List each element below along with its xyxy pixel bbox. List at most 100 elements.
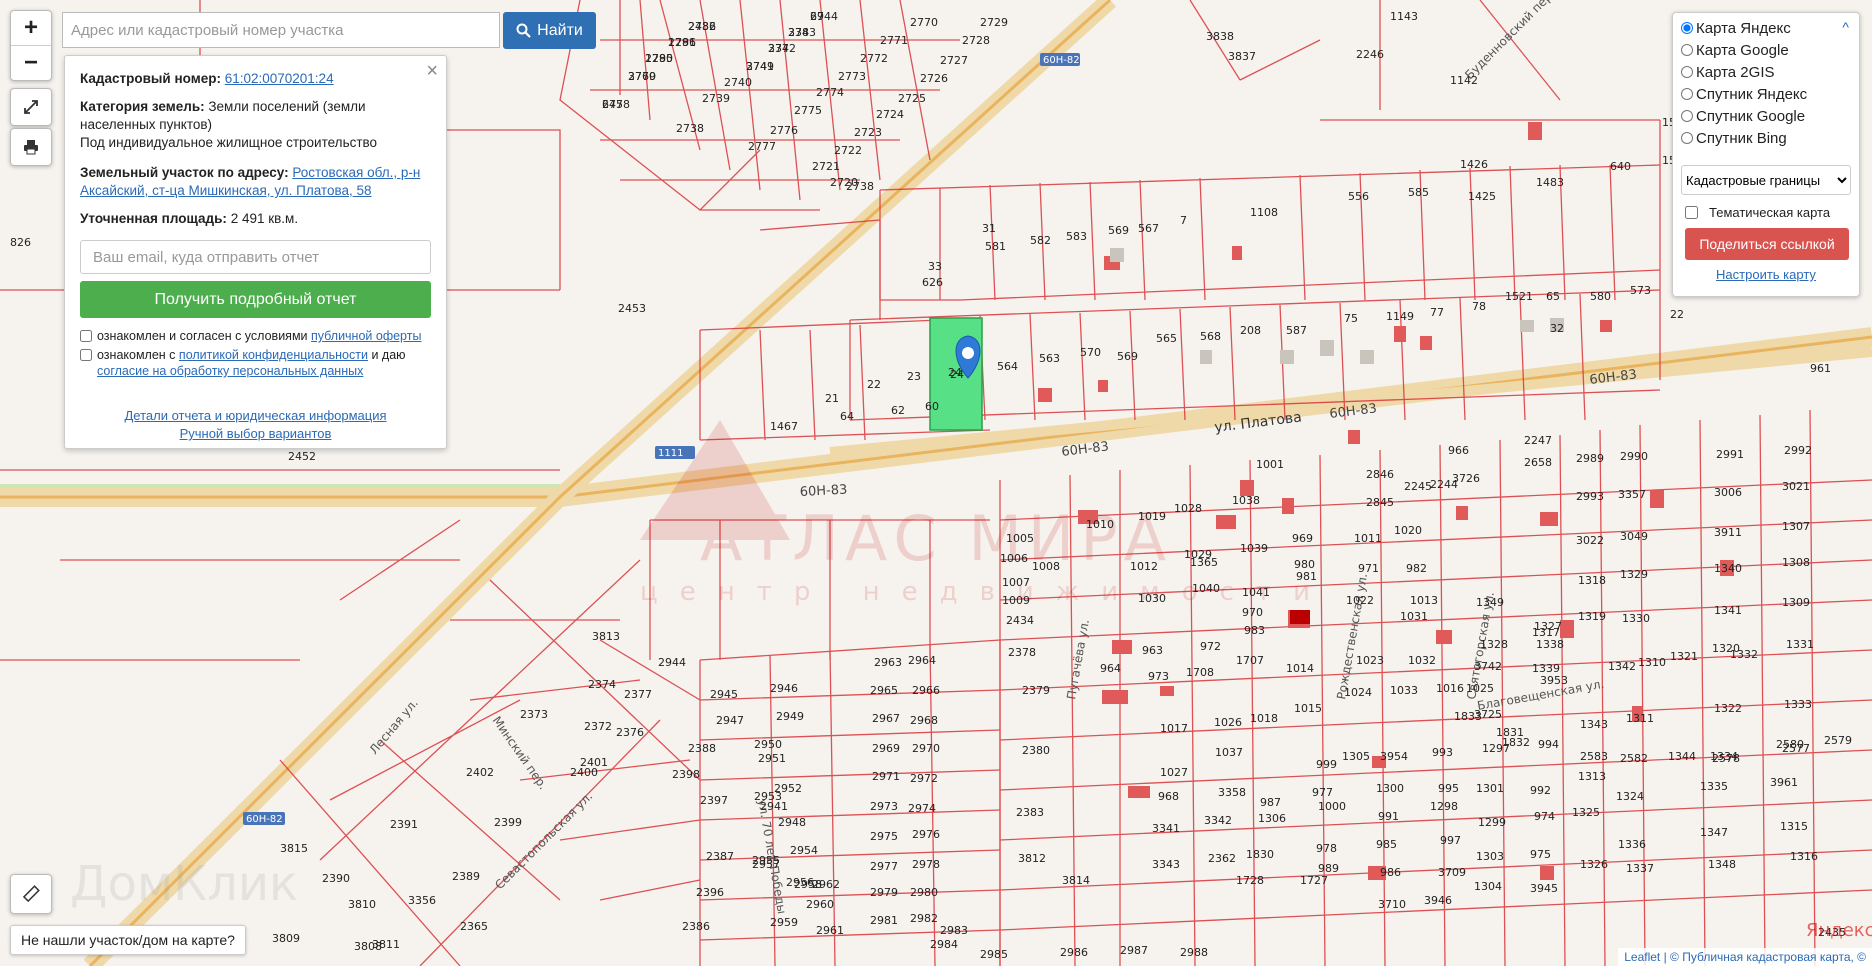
parcel-number: 2396 [696, 886, 724, 899]
search-icon [516, 23, 531, 38]
parcel-number: 2398 [672, 768, 700, 781]
layer-option[interactable]: Спутник Google [1681, 105, 1851, 127]
parcel-number: 1298 [1430, 800, 1458, 813]
layer-option[interactable]: Спутник Яндекс [1681, 83, 1851, 105]
parcel-number: 1830 [1246, 848, 1274, 861]
parcel-number: 3812 [1018, 852, 1046, 865]
parcel-number: 1337 [1626, 862, 1654, 875]
privacy-policy-link[interactable]: политикой конфиденциальности [179, 348, 368, 362]
parcel-number: 2946 [770, 682, 798, 695]
parcel-number: 1012 [1130, 560, 1158, 573]
parcel-number: 1017 [1160, 722, 1188, 735]
overlay-select[interactable]: Кадастровые границы [1681, 165, 1851, 195]
layer-option-label: Карта Google [1696, 41, 1789, 59]
parcel-number: 1019 [1138, 510, 1166, 523]
parcel-number: 2969 [872, 742, 900, 755]
parcel-number: 2387 [706, 850, 734, 863]
parcel-number: 1483 [1536, 176, 1564, 189]
parcel-number: 1001 [1256, 458, 1284, 471]
parcel-number: 2951 [758, 752, 786, 765]
parcel-number: 968 [1158, 790, 1179, 803]
yandex-logo: Яндекс [1806, 920, 1872, 941]
get-report-button[interactable]: Получить подробный отчет [80, 281, 431, 318]
parcel-number: 2725 [898, 92, 926, 105]
privacy-consent-text: ознакомлен с [97, 348, 176, 362]
layer-radio[interactable] [1681, 66, 1693, 78]
personal-data-link[interactable]: согласие на обработку персональных данны… [97, 364, 363, 378]
parcel-number: 1309 [1782, 596, 1810, 609]
share-link-button[interactable]: Поделиться ссылкой [1685, 228, 1849, 260]
configure-map-link[interactable]: Настроить карту [1716, 267, 1816, 282]
layer-option[interactable]: Карта 2GIS [1681, 61, 1851, 83]
parcel-number: 2971 [872, 770, 900, 783]
parcel-number: 2246 [1356, 48, 1384, 61]
parcel-number: 993 [1432, 746, 1453, 759]
layer-radio[interactable] [1681, 132, 1693, 144]
parcel-number: 587 [1286, 324, 1307, 337]
parcel-number: 580 [1590, 290, 1611, 303]
zoom-in-button[interactable]: + [11, 11, 51, 45]
email-field[interactable] [80, 240, 431, 274]
cadastral-number-link[interactable]: 61:02:0070201:24 [225, 71, 334, 86]
parcel-number: 565 [1156, 332, 1177, 345]
parcel-number: 2964 [908, 654, 936, 667]
parcel-number: 2771 [880, 34, 908, 47]
thematic-map-checkbox[interactable] [1685, 206, 1698, 219]
not-found-button[interactable]: Не нашли участок/дом на карте? [10, 925, 246, 955]
parcel-number: 563 [1039, 352, 1060, 365]
offer-consent-checkbox[interactable] [80, 330, 92, 342]
layer-radio[interactable] [1681, 110, 1693, 122]
parcel-number: 3356 [408, 894, 436, 907]
parcel-number: 1308 [1782, 556, 1810, 569]
parcel-number: 1039 [1240, 542, 1268, 555]
public-offer-link[interactable]: публичной оферты [311, 329, 421, 343]
pkk-link[interactable]: Публичная кадастровая карта, © [1682, 950, 1866, 964]
search-input[interactable] [62, 12, 500, 48]
layer-option[interactable]: Карта Google [1681, 39, 1851, 61]
manual-selection-link[interactable]: Ручной выбор вариантов [180, 426, 332, 441]
parcel-number: 2974 [908, 802, 936, 815]
parcel-number: 3911 [1714, 526, 1742, 539]
parcel-number: 2362 [1208, 852, 1236, 865]
parcel-number: 999 [1316, 758, 1337, 771]
measure-button[interactable] [10, 874, 52, 914]
layer-option[interactable]: Спутник Bing [1681, 127, 1851, 149]
parcel-number: 2726 [920, 72, 948, 85]
parcel-number: 1331 [1786, 638, 1814, 651]
parcel-number: 2740 [724, 76, 752, 89]
parcel-number: 2967 [872, 712, 900, 725]
layer-option[interactable]: Карта Яндекс [1681, 17, 1851, 39]
parcel-number: 1305 [1342, 750, 1370, 763]
parcel-number: 1313 [1578, 770, 1606, 783]
parcel-number: 2977 [870, 860, 898, 873]
collapse-icon[interactable]: ^ [1842, 19, 1849, 35]
parcel-number: 2941 [760, 800, 788, 813]
leaflet-link[interactable]: Leaflet [1624, 950, 1660, 964]
print-button[interactable] [10, 128, 52, 166]
svg-text:60Н-82: 60Н-82 [1043, 55, 1080, 66]
parcel-number: 1009 [1002, 594, 1030, 607]
parcel-number: 2583 [1580, 750, 1608, 763]
parcel-number: 994 [1538, 738, 1559, 751]
svg-text:1111: 1111 [658, 448, 683, 459]
parcel-number: 1521 [1505, 290, 1533, 303]
layer-radio[interactable] [1681, 44, 1693, 56]
close-icon[interactable]: × [426, 61, 438, 81]
parcel-number: 985 [1376, 838, 1397, 851]
find-button[interactable]: Найти [503, 12, 596, 49]
layer-radio[interactable] [1681, 22, 1693, 34]
parcel-number: 2378 [1008, 646, 1036, 659]
parcel-number: 2386 [682, 920, 710, 933]
layer-radio[interactable] [1681, 88, 1693, 100]
parcel-number: 2978 [912, 858, 940, 871]
parcel-number: 573 [1630, 284, 1651, 297]
parcel-number: 3725 [1474, 708, 1502, 721]
privacy-consent-checkbox[interactable] [80, 349, 92, 361]
zoom-out-button[interactable]: − [11, 45, 51, 80]
report-details-link[interactable]: Детали отчета и юридическая информация [124, 408, 386, 423]
parcel-number: 569 [1117, 350, 1138, 363]
parcel-number: 1727 [1300, 874, 1328, 887]
fullscreen-button[interactable] [10, 88, 52, 126]
parcel-number: 2390 [322, 872, 350, 885]
parcel-number: 2577 [1782, 742, 1810, 755]
